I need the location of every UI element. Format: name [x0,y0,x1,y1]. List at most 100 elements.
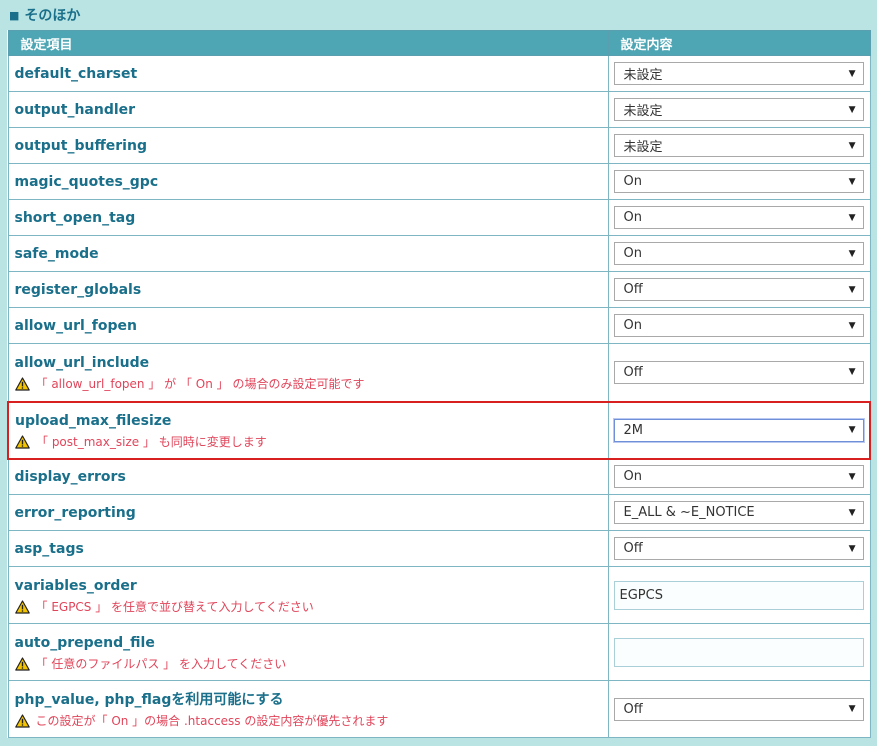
table-row: default_charset 未設定 ▼ [7,55,871,92]
setting-select[interactable]: 未設定 ▼ [613,98,864,121]
chevron-down-icon[interactable]: ▼ [849,704,856,714]
setting-name: output_buffering [14,137,147,154]
chevron-down-icon[interactable]: ▼ [849,425,856,435]
setting-name: magic_quotes_gpc [14,173,159,190]
setting-name-cell: auto_prepend_file 「 任意のファイルパス 」 を入力してください [7,623,609,681]
setting-name-cell: asp_tags [7,530,609,567]
setting-name-cell: upload_max_filesize 「 post_max_size 」 も同時… [7,400,609,460]
note-text: この設定が「 On 」の場合 .htaccess の設定内容が優先されます [35,713,389,728]
setting-name-cell: display_errors [7,458,609,495]
setting-name-cell: safe_mode [7,235,609,272]
note-text: 「 allow_url_fopen 」 が 「 On 」 の場合のみ設定可能です [35,376,365,391]
table-row: auto_prepend_file 「 任意のファイルパス 」 を入力してください [7,623,871,681]
table-row: output_handler 未設定 ▼ [7,91,871,128]
setting-value-cell: On ▼ [607,307,871,344]
setting-value-cell: Off ▼ [607,530,871,567]
setting-name: default_charset [14,65,138,82]
select-value: On [623,174,642,189]
setting-name: allow_url_include [14,354,150,371]
table-row: variables_order 「 EGPCS 」 を任意で並び替えて入力してくだ… [7,566,871,624]
setting-name-cell: allow_url_fopen [7,307,609,344]
setting-select[interactable]: On ▼ [613,465,864,489]
select-value: On [623,246,642,261]
chevron-down-icon[interactable]: ▼ [849,285,856,295]
table-row: display_errors On ▼ [7,458,871,495]
setting-name: short_open_tag [14,209,136,226]
setting-select[interactable]: On ▼ [613,170,864,193]
setting-value-cell: 未設定 ▼ [607,127,871,164]
setting-select[interactable]: 未設定 ▼ [613,62,864,85]
variables-order-input[interactable]: EGPCS [613,580,864,610]
square-bullet-icon: ■ [9,8,20,22]
setting-name-cell: output_buffering [7,127,609,164]
note-text: 「 EGPCS 」 を任意で並び替えて入力してください [35,599,314,614]
note-text: 「 post_max_size 」 も同時に変更します [36,434,267,449]
setting-value-cell: On ▼ [607,199,871,236]
header-item: 設定項目 [7,30,609,56]
setting-value-cell: 未設定 ▼ [607,55,871,92]
setting-select[interactable]: On ▼ [613,314,864,337]
setting-name-cell: output_handler [7,91,609,128]
auto-prepend-file-input[interactable] [613,637,864,667]
setting-select[interactable]: 2M ▼ [613,418,864,442]
setting-value-cell: 未設定 ▼ [607,91,871,128]
setting-select[interactable]: On ▼ [613,242,864,265]
chevron-down-icon[interactable]: ▼ [849,105,856,115]
setting-select[interactable]: Off ▼ [613,278,864,301]
setting-name-cell: php_value, php_flagを利用可能にするこの設定が「 On 」の場… [7,680,609,738]
setting-value-cell: Off ▼ [607,680,871,738]
warning-icon [15,434,30,449]
setting-note: 「 任意のファイルパス 」 を入力してください [14,656,602,671]
chevron-down-icon[interactable]: ▼ [849,141,856,151]
chevron-down-icon[interactable]: ▼ [849,177,856,187]
chevron-down-icon[interactable]: ▼ [849,544,856,554]
select-value: On [623,318,642,333]
setting-value-cell: On ▼ [607,458,871,495]
setting-name-cell: variables_order 「 EGPCS 」 を任意で並び替えて入力してくだ… [7,566,609,624]
setting-name-cell: register_globals [7,271,609,308]
setting-select[interactable]: Off ▼ [613,360,864,384]
chevron-down-icon[interactable]: ▼ [849,508,856,518]
table-row: allow_url_include 「 allow_url_fopen 」 が 「… [7,343,871,402]
setting-value-cell: On ▼ [607,235,871,272]
setting-select[interactable]: E_ALL & ~E_NOTICE ▼ [613,501,864,524]
table-row: allow_url_fopen On ▼ [7,307,871,344]
input-value: EGPCS [619,587,663,603]
chevron-down-icon[interactable]: ▼ [849,321,856,331]
chevron-down-icon[interactable]: ▼ [849,472,856,482]
setting-value-cell: EGPCS [607,566,871,624]
setting-name: allow_url_fopen [14,317,137,334]
select-value: E_ALL & ~E_NOTICE [623,505,755,520]
setting-note: 「 allow_url_fopen 」 が 「 On 」 の場合のみ設定可能です [14,376,602,391]
setting-note: 「 post_max_size 」 も同時に変更します [15,435,602,449]
warning-icon [14,656,30,671]
setting-name: asp_tags [14,540,84,557]
setting-name: register_globals [14,281,142,298]
setting-note: 「 EGPCS 」 を任意で並び替えて入力してください [14,599,602,614]
warning-icon [14,599,30,614]
table-row: register_globals Off ▼ [7,271,871,308]
table-row: asp_tags Off ▼ [7,530,871,567]
header-value: 設定内容 [607,30,871,56]
chevron-down-icon[interactable]: ▼ [849,213,856,223]
table-row: error_reporting E_ALL & ~E_NOTICE ▼ [7,494,871,531]
setting-name-cell: default_charset [7,55,609,92]
chevron-down-icon[interactable]: ▼ [849,249,856,259]
setting-select[interactable]: Off ▼ [613,537,864,560]
chevron-down-icon[interactable]: ▼ [849,367,856,377]
setting-select[interactable]: On ▼ [613,206,864,229]
select-value: On [623,210,642,225]
setting-name: php_value, php_flagを利用可能にする [14,691,284,708]
chevron-down-icon[interactable]: ▼ [849,69,856,79]
setting-select[interactable]: Off ▼ [613,697,864,721]
setting-name: output_handler [14,101,136,118]
setting-select[interactable]: 未設定 ▼ [613,134,864,157]
setting-name: variables_order [14,577,137,594]
section-title: ■ そのほか [9,5,80,25]
note-text: 「 任意のファイルパス 」 を入力してください [35,656,287,671]
setting-name: safe_mode [14,245,99,262]
settings-table: 設定項目 設定内容 default_charset 未設定 ▼ output_hand… [7,30,871,738]
table-row: output_buffering 未設定 ▼ [7,127,871,164]
setting-value-cell [607,623,871,681]
select-value: 未設定 [623,104,663,119]
